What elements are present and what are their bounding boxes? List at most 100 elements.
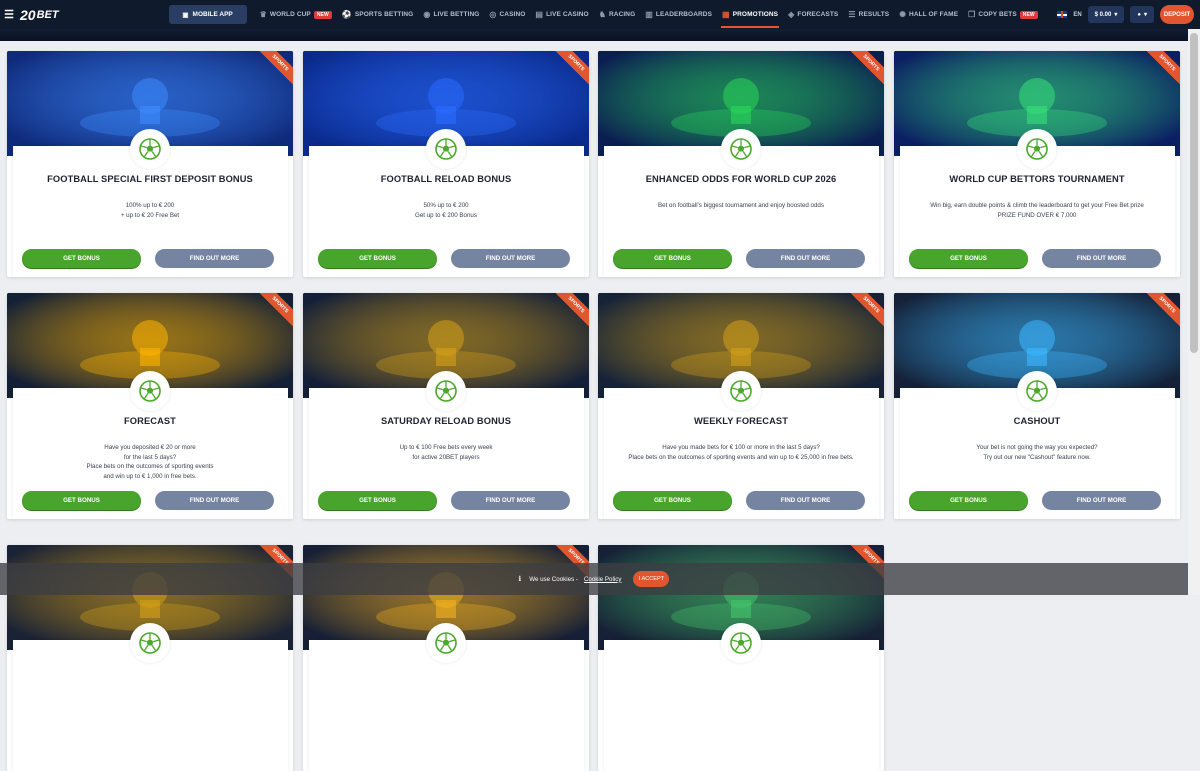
logo-number: 20: [20, 6, 36, 23]
get-bonus-button[interactable]: GET BONUS: [613, 491, 732, 510]
nav-item-copy-bets[interactable]: ❐ COPY BETS NEW: [963, 0, 1043, 29]
new-badge: NEW: [313, 10, 332, 19]
promo-description: Bet on football's biggest tournament and…: [608, 201, 874, 211]
soccer-ball-icon: [1026, 138, 1048, 160]
scrollbar-thumb[interactable]: [1190, 33, 1198, 353]
get-bonus-button[interactable]: GET BONUS: [318, 491, 437, 510]
site-logo[interactable]: 20 BET: [20, 0, 59, 29]
nav-label: LIVE CASINO: [546, 11, 589, 18]
soccer-badge: [426, 371, 466, 411]
nav-label: SPORTS BETTING: [354, 11, 414, 18]
promo-description-line: Win big, earn double points & climb the …: [930, 202, 1144, 209]
chart-icon: ▥: [645, 10, 653, 19]
hamburger-menu-icon[interactable]: ☰: [2, 0, 16, 29]
promo-description-line: Your bet is not going the way you expect…: [976, 444, 1098, 451]
promo-description: Have you deposited € 20 or more for the l…: [17, 443, 283, 481]
nav-item-hall-of-fame[interactable]: ✺ HALL OF FAME: [894, 0, 963, 29]
find-out-more-button[interactable]: FIND OUT MORE: [451, 249, 570, 268]
nav-label: PROMOTIONS: [732, 11, 779, 18]
promo-card: SPORTS WEEKLY FORECAST Have you made bets …: [598, 293, 884, 519]
promo-title: WEEKLY FORECAST: [694, 416, 788, 426]
nav-item-promotions[interactable]: ▦ PROMOTIONS: [717, 0, 783, 29]
promo-description-line: Bet on football's biggest tournament and…: [658, 202, 824, 209]
nav-item-sports-betting[interactable]: ⚽ SPORTS BETTING: [337, 0, 419, 29]
find-out-more-button[interactable]: FIND OUT MORE: [746, 491, 865, 510]
nav-item-results[interactable]: ☰ RESULTS: [843, 0, 894, 29]
get-bonus-button[interactable]: GET BONUS: [22, 491, 141, 510]
find-out-more-button[interactable]: FIND OUT MORE: [155, 249, 274, 268]
page-scrollbar[interactable]: [1188, 29, 1200, 595]
user-icon: ●: [1137, 11, 1141, 18]
nav-item-world-cup[interactable]: ♛ WORLD CUP NEW: [255, 0, 337, 29]
android-icon: ▣: [182, 11, 189, 19]
promo-description-line: PRIZE FUND OVER € 7,000: [997, 211, 1077, 219]
soccer-ball-icon: [730, 138, 752, 160]
nav-label: RACING: [609, 11, 636, 18]
find-out-more-button[interactable]: FIND OUT MORE: [155, 491, 274, 510]
nav-item-live-casino[interactable]: ▤ LIVE CASINO: [530, 0, 593, 29]
promo-description: 50% up to € 200 Get up to € 200 Bonus: [313, 201, 579, 220]
nav-item-casino[interactable]: ◎ CASINO: [484, 0, 530, 29]
get-bonus-button[interactable]: GET BONUS: [909, 491, 1028, 510]
promo-description-line: for active 20BET players: [412, 453, 480, 461]
casino-chip-icon: ◎: [489, 10, 497, 19]
nav-item-racing[interactable]: ♞ RACING: [594, 0, 641, 29]
soccer-badge: [130, 371, 170, 411]
find-out-more-button[interactable]: FIND OUT MORE: [451, 491, 570, 510]
soccer-badge: [721, 623, 761, 663]
nav-label: LIVE BETTING: [433, 11, 480, 18]
get-bonus-button[interactable]: GET BONUS: [22, 249, 141, 268]
promo-description: Win big, earn double points & climb the …: [904, 201, 1170, 220]
language-selector[interactable]: EN: [1073, 12, 1081, 18]
soccer-badge: [130, 623, 170, 663]
promo-description-line: Try out our new "Cashout" feature now.: [983, 453, 1091, 461]
promo-description: 100% up to € 200 + up to € 20 Free Bet: [17, 201, 283, 220]
nav-item-leaderboards[interactable]: ▥ LEADERBOARDS: [640, 0, 717, 29]
promo-description-line: 100% up to € 200: [125, 202, 175, 209]
promo-description-line: 50% up to € 200: [423, 202, 469, 209]
promo-description-line: Place bets on the outcomes of sporting e…: [628, 453, 854, 461]
info-icon: ℹ: [518, 576, 522, 583]
promo-description-line: Get up to € 200 Bonus: [415, 211, 477, 219]
promo-card: SPORTS WORLD CUP BETTORS TOURNAMENT Win bi…: [894, 51, 1180, 277]
uk-flag-icon[interactable]: [1057, 11, 1068, 18]
chevron-down-icon: ▾: [1143, 12, 1147, 18]
nav-label: LEADERBOARDS: [655, 11, 713, 18]
nav-label: FORECASTS: [797, 11, 839, 18]
new-badge: NEW: [1019, 10, 1038, 19]
nav-label: CASINO: [499, 11, 526, 18]
header-shadow-strip: [0, 29, 1188, 41]
get-bonus-button[interactable]: GET BONUS: [318, 249, 437, 268]
promo-title: ENHANCED ODDS FOR WORLD CUP 2026: [645, 174, 837, 184]
get-bonus-button[interactable]: GET BONUS: [909, 249, 1028, 268]
promo-title: SATURDAY RELOAD BONUS: [380, 416, 512, 426]
gift-icon: ▦: [722, 10, 730, 19]
soccer-ball-icon: [435, 380, 457, 402]
accept-cookies-button[interactable]: I ACCEPT: [633, 571, 670, 587]
deposit-button[interactable]: DEPOSIT: [1160, 5, 1194, 24]
soccer-ball-icon: [435, 138, 457, 160]
balance-dropdown[interactable]: $ 0.00 ▾: [1087, 6, 1125, 23]
soccer-ball-icon: [139, 380, 161, 402]
user-menu-button[interactable]: ● ▾: [1130, 6, 1154, 23]
cookie-policy-link[interactable]: Cookie Policy: [584, 576, 622, 583]
cookie-text: We use Cookies -: [529, 575, 578, 583]
promo-card: SPORTS ENHANCED ODDS FOR WORLD CUP 2026 Be…: [598, 51, 884, 277]
find-out-more-button[interactable]: FIND OUT MORE: [746, 249, 865, 268]
find-out-more-button[interactable]: FIND OUT MORE: [1042, 249, 1161, 268]
find-out-more-button[interactable]: FIND OUT MORE: [1042, 491, 1161, 510]
mobile-app-label: MOBILE APP: [192, 11, 233, 18]
promo-card: SPORTS FOOTBALL SPECIAL FIRST DEPOSIT BON…: [7, 51, 293, 277]
soccer-badge: [721, 129, 761, 169]
promo-card: SPORTS FORECAST Have you deposited € 20 or…: [7, 293, 293, 519]
mobile-app-button[interactable]: ▣ MOBILE APP: [168, 5, 247, 24]
copy-icon: ❐: [968, 10, 976, 19]
promo-title: CASHOUT: [1013, 416, 1061, 426]
nav-label: WORLD CUP: [269, 11, 311, 18]
nav-item-live-betting[interactable]: ◉ LIVE BETTING: [418, 0, 484, 29]
get-bonus-button[interactable]: GET BONUS: [613, 249, 732, 268]
nav-label: HALL OF FAME: [909, 11, 959, 18]
promo-title: FOOTBALL SPECIAL FIRST DEPOSIT BONUS: [47, 174, 253, 184]
promo-card: SPORTS SATURDAY RELOAD BONUS Up to € 100 F…: [303, 293, 589, 519]
nav-item-forecasts[interactable]: ◈ FORECASTS: [783, 0, 843, 29]
